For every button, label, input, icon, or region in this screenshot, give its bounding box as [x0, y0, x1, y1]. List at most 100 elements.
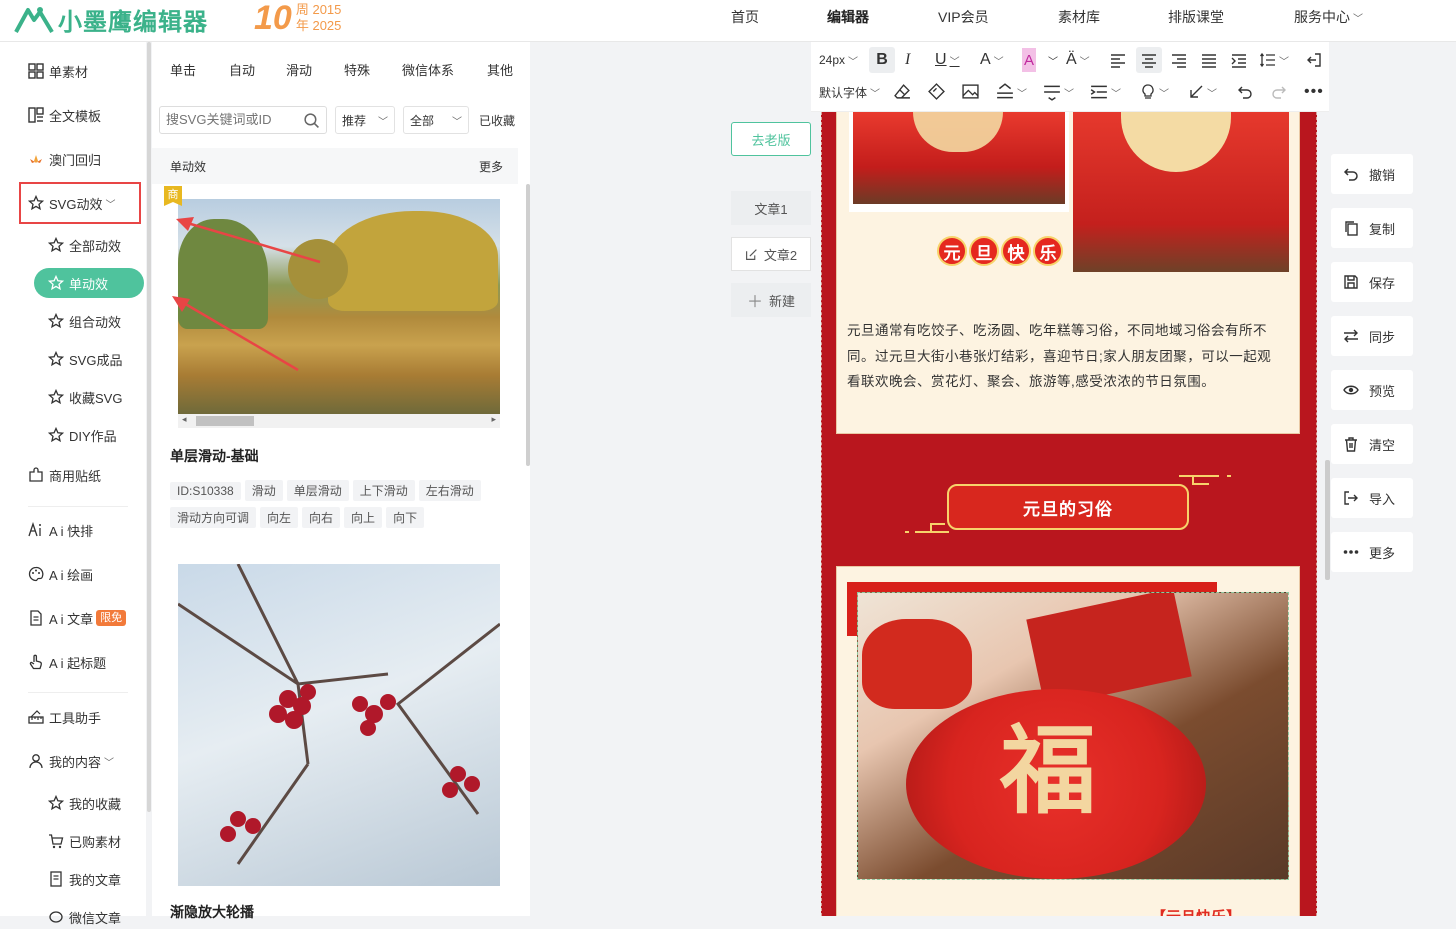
arrow-right-icon[interactable]: ▸ — [491, 414, 496, 425]
align-center-icon[interactable] — [1141, 52, 1157, 68]
italic-icon[interactable]: I — [905, 48, 910, 72]
undo-icon[interactable] — [1237, 84, 1253, 100]
tag[interactable]: 上下滑动 — [352, 480, 415, 501]
eraser-icon[interactable] — [894, 83, 911, 100]
sidebar-item-purchased[interactable]: 已购素材 — [48, 829, 121, 853]
tag[interactable]: 滑动方向可调 — [170, 507, 257, 528]
spacing-icon[interactable]: ﹀ — [1043, 80, 1074, 104]
article-tab-1[interactable]: 文章1 — [731, 191, 811, 225]
sidebar-item-favorite-svg[interactable]: 收藏SVG — [48, 385, 122, 409]
nav-home[interactable]: 首页 — [731, 0, 759, 34]
category-tab-special[interactable]: 特殊 — [344, 60, 370, 79]
justify-icon[interactable] — [1201, 52, 1217, 68]
sidebar-item-commercial-stickers[interactable]: 商用贴纸 — [28, 463, 101, 487]
tag[interactable]: 向上 — [344, 507, 383, 528]
tag[interactable]: 单层滑动 — [286, 480, 349, 501]
sidebar-item-diy-works[interactable]: DIY作品 — [48, 423, 117, 447]
sidebar-item-full-template[interactable]: 全文模板 — [28, 103, 101, 127]
old-version-button[interactable]: 去老版 — [731, 122, 811, 156]
nav-service-center[interactable]: 服务中心 ﹀ — [1294, 0, 1363, 34]
exit-icon[interactable] — [1306, 52, 1322, 68]
category-tab-other[interactable]: 其他 — [487, 60, 513, 79]
bold-icon[interactable]: B — [869, 47, 895, 73]
sidebar-item-svg-effects[interactable]: SVG动效 ﹀ — [28, 191, 115, 215]
nav-editor[interactable]: 编辑器 — [827, 0, 869, 34]
sidebar-item-single-effect[interactable]: 单动效 — [34, 268, 144, 298]
search-icon[interactable] — [303, 112, 320, 129]
more-button[interactable]: 更多 — [1331, 532, 1413, 572]
sidebar-item-my-content[interactable]: 我的内容 ﹀ — [28, 749, 114, 773]
custom-paragraph[interactable]: 元旦通常有吃饺子、吃汤圆、吃年糕等习俗，不同地域习俗会有所不同。过元旦大街小巷张… — [847, 318, 1283, 395]
category-tab-wechat[interactable]: 微信体系 — [402, 60, 454, 79]
arrow-left-icon[interactable]: ◂ — [182, 414, 187, 425]
category-tab-auto[interactable]: 自动 — [229, 60, 255, 79]
card-title[interactable]: 渐隐放大轮播 — [170, 902, 254, 922]
indent-icon[interactable] — [1231, 52, 1247, 68]
clear-button[interactable]: 清空 — [1331, 424, 1413, 464]
preview-button[interactable]: 预览 — [1331, 370, 1413, 410]
copy-button[interactable]: 复制 — [1331, 208, 1413, 248]
chevron-down-icon[interactable]: ﹀ — [1048, 48, 1058, 72]
section-more-link[interactable]: 更多 — [479, 158, 503, 175]
panel-scrollbar[interactable] — [526, 184, 530, 466]
line-spacing-icon[interactable]: ﹀ — [1260, 48, 1289, 72]
more-options-icon[interactable]: ••• — [1304, 80, 1324, 104]
arrow-down-left-icon[interactable]: ﹀ — [1188, 80, 1217, 104]
highlight-color-icon[interactable]: A — [1022, 48, 1037, 72]
berries-thumbnail[interactable] — [178, 564, 500, 886]
logo[interactable]: 小墨鹰编辑器 — [14, 2, 208, 36]
undo-button[interactable]: 撤销 — [1331, 154, 1413, 194]
filter-dropdown[interactable]: 全部 ﹀ — [403, 106, 469, 134]
sidebar-item-ai-article[interactable]: A i 文章 限免 — [28, 606, 127, 630]
editor-canvas[interactable]: 元 旦 快 乐 元旦通常有吃饺子、吃汤圆、吃年糕等习俗，不同地域习俗会有所不同。… — [821, 112, 1317, 916]
sidebar-item-my-favorites[interactable]: 我的收藏 — [48, 791, 121, 815]
sidebar-item-ai-layout[interactable]: A i 快排 — [28, 518, 93, 542]
paragraph-spacing-icon[interactable]: ﹀ — [1090, 80, 1121, 104]
sidebar-item-single-material[interactable]: 单素材 — [28, 59, 88, 83]
format-painter-icon[interactable] — [928, 83, 945, 100]
sidebar-scrollbar[interactable] — [147, 42, 151, 812]
align-right-icon[interactable] — [1171, 52, 1187, 68]
divider-style-icon[interactable]: ﹀ — [996, 80, 1027, 104]
category-tab-slide[interactable]: 滑动 — [286, 60, 312, 79]
sort-dropdown[interactable]: 推荐 ﹀ — [335, 106, 395, 134]
sidebar-item-macau[interactable]: 澳门回归 — [28, 147, 101, 171]
editor-scrollbar[interactable] — [1325, 460, 1330, 580]
tag-id[interactable]: ID:S10338 — [170, 482, 241, 500]
tag[interactable]: 向下 — [386, 507, 425, 528]
sync-button[interactable]: 同步 — [1331, 316, 1413, 356]
new-article-button[interactable]: ＋ 新建 — [731, 283, 811, 317]
fu-photo-left[interactable] — [853, 112, 1065, 204]
redo-icon[interactable] — [1271, 84, 1287, 100]
sidebar-item-svg-finished[interactable]: SVG成品 — [48, 347, 122, 371]
underline-icon[interactable]: U ﹀ — [935, 48, 960, 72]
favorited-filter[interactable]: 已收藏 — [479, 112, 515, 129]
search-input[interactable] — [166, 112, 294, 127]
image-icon[interactable] — [962, 83, 979, 100]
tag[interactable]: 左右滑动 — [418, 480, 481, 501]
tag[interactable]: 滑动 — [244, 480, 283, 501]
article-tab-2[interactable]: 文章2 — [731, 237, 811, 271]
sidebar-item-my-articles[interactable]: 我的文章 — [48, 867, 121, 891]
sidebar-item-combo-effects[interactable]: 组合动效 — [48, 309, 121, 333]
sidebar-item-ai-title[interactable]: A i 起标题 — [28, 650, 106, 674]
font-family-select[interactable]: 默认字体 ﹀ — [819, 80, 880, 104]
section-title-banner[interactable]: 元旦的习俗 — [947, 484, 1189, 530]
align-left-icon[interactable] — [1110, 52, 1126, 68]
sidebar-item-ai-painting[interactable]: A i 绘画 — [28, 562, 93, 586]
thumbnail-scrollbar[interactable]: ◂ ▸ — [178, 414, 500, 428]
fu-photo-large[interactable]: 福 — [857, 592, 1289, 880]
tag[interactable]: 向右 — [302, 507, 341, 528]
sidebar-item-wechat-articles[interactable]: 微信文章 — [48, 905, 121, 929]
sidebar-item-tool-assistant[interactable]: 工具助手 — [28, 705, 101, 729]
fu-photo-right[interactable] — [1073, 112, 1289, 272]
bulb-icon[interactable]: ﹀ — [1140, 80, 1169, 104]
nav-materials[interactable]: 素材库 — [1058, 0, 1100, 34]
text-effect-icon[interactable]: Ä ﹀ — [1066, 48, 1090, 72]
import-button[interactable]: 导入 — [1331, 478, 1413, 518]
category-tab-click[interactable]: 单击 — [170, 60, 196, 79]
card-title[interactable]: 单层滑动-基础 — [170, 446, 259, 466]
nav-vip[interactable]: VIP会员 — [938, 0, 989, 34]
font-color-icon[interactable]: A ﹀ — [980, 48, 1004, 72]
sidebar-item-all-effects[interactable]: 全部动效 — [48, 233, 121, 257]
